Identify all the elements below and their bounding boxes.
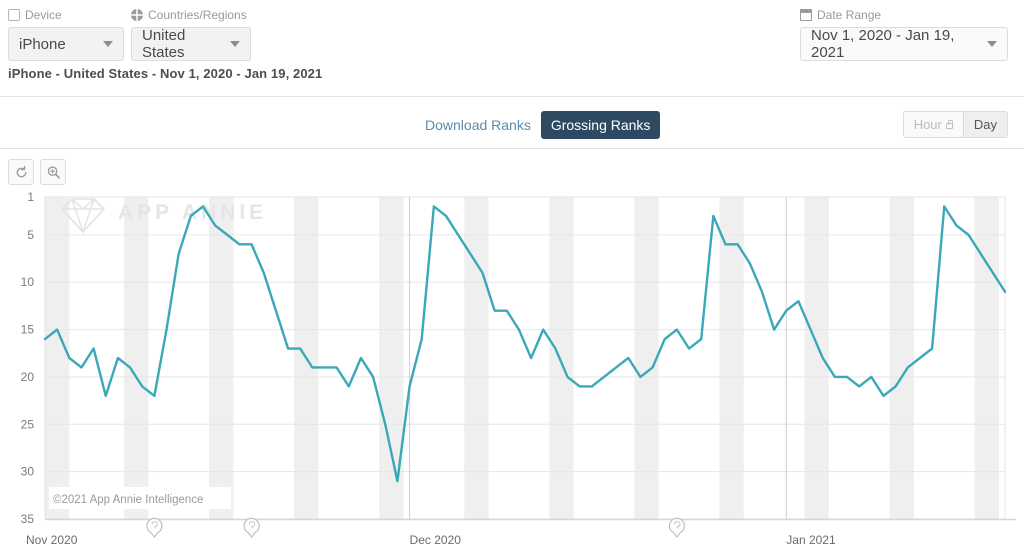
- weekend-band: [549, 197, 574, 519]
- y-axis-tick-label: 5: [27, 228, 34, 242]
- rank-history-page: Device iPhone Countries/Regions United S…: [0, 0, 1024, 545]
- device-select-value: iPhone: [19, 35, 66, 53]
- reset-zoom-button[interactable]: [8, 159, 34, 185]
- granularity-day-label: Day: [973, 117, 997, 132]
- x-axis-tick-label: Jan 2021: [786, 533, 836, 545]
- y-axis-tick-label: 35: [21, 512, 35, 526]
- rank-chart-svg[interactable]: 15101520253035Nov 2020 Dec 2020 Jan 2021AP…: [0, 185, 1024, 545]
- countries-select[interactable]: United States: [131, 27, 251, 61]
- zoom-select-icon: [47, 165, 60, 179]
- y-axis-tick-label: 30: [21, 465, 35, 479]
- rank-line-series[interactable]: [43, 205, 1007, 483]
- globe-icon: [131, 9, 143, 21]
- copyright-text: ©2021 App Annie Intelligence: [53, 494, 203, 506]
- chart-toolbar: [8, 159, 66, 185]
- lock-icon: [945, 119, 953, 129]
- calendar-icon: [800, 9, 812, 21]
- weekend-band: [123, 197, 149, 519]
- divider-tabs: [0, 148, 1024, 149]
- granularity-hour-button: Hour: [903, 112, 963, 137]
- granularity-day-button[interactable]: Day: [962, 112, 1007, 137]
- granularity-toggle: Hour Day: [902, 111, 1008, 138]
- device-label-text: Device: [25, 8, 62, 22]
- ranks-tabs: Download Ranks Grossing Ranks: [415, 111, 661, 139]
- y-axis-tick-label: 10: [21, 275, 35, 289]
- watermark-text: APP ANNIE: [118, 201, 267, 224]
- event-marker-icon[interactable]: [668, 517, 685, 538]
- weekend-band: [209, 197, 234, 519]
- device-select[interactable]: iPhone: [8, 27, 124, 61]
- weekend-band: [634, 197, 659, 519]
- event-marker-icon[interactable]: [146, 517, 163, 538]
- chevron-down-icon: [987, 41, 997, 47]
- date-range-filter-label: Date Range: [800, 7, 1008, 23]
- y-axis-tick-label: 15: [21, 323, 35, 337]
- rank-chart[interactable]: 1 5 10 15 20 25 30 35 Nov 2020 Dec 2020 Jan 2021 AP…: [0, 185, 1024, 545]
- y-axis-tick-label: 20: [21, 370, 35, 384]
- countries-filter: Countries/Regions United States: [131, 7, 251, 61]
- device-filter: Device iPhone: [8, 7, 124, 61]
- tab-grossing-ranks[interactable]: Grossing Ranks: [540, 111, 661, 139]
- granularity-hour-label: Hour: [913, 117, 942, 132]
- plot-border: [44, 196, 1006, 520]
- countries-select-value: United States: [142, 27, 186, 61]
- weekend-band: [45, 197, 70, 519]
- y-axis-tick-label: 1: [27, 190, 34, 204]
- x-axis-tick-label: Dec 2020: [410, 533, 462, 545]
- countries-label-text: Countries/Regions: [148, 8, 247, 22]
- x-axis-tick-label: Nov 2020: [26, 533, 78, 545]
- event-marker-icon[interactable]: [243, 517, 260, 538]
- page-title: iPhone - United States - Nov 1, 2020 - J…: [8, 66, 323, 81]
- weekend-band: [804, 197, 829, 519]
- zoom-select-button[interactable]: [40, 159, 66, 185]
- weekend-band: [464, 197, 489, 519]
- filter-bar: Device iPhone Countries/Regions United S…: [0, 0, 1024, 96]
- device-filter-label: Device: [8, 7, 124, 23]
- device-icon: [8, 9, 20, 21]
- reset-zoom-icon: [16, 165, 26, 177]
- date-range-select[interactable]: Nov 1, 2020 - Jan 19, 2021: [800, 27, 1008, 61]
- chevron-down-icon: [103, 41, 113, 47]
- countries-filter-label: Countries/Regions: [131, 7, 251, 23]
- watermark: APP ANNIE: [61, 198, 267, 235]
- weekend-band: [974, 197, 999, 519]
- date-range-label-text: Date Range: [817, 8, 882, 22]
- tab-download-ranks[interactable]: Download Ranks: [415, 111, 541, 139]
- chevron-down-icon: [230, 41, 240, 47]
- ranks-tab-strip: Download Ranks Grossing Ranks: [0, 97, 1024, 148]
- date-range-filter: Date Range Nov 1, 2020 - Jan 19, 2021: [800, 7, 1008, 61]
- weekend-band: [889, 197, 914, 519]
- date-range-value: Nov 1, 2020 - Jan 19, 2021: [811, 27, 955, 61]
- y-axis-tick-label: 25: [21, 417, 35, 431]
